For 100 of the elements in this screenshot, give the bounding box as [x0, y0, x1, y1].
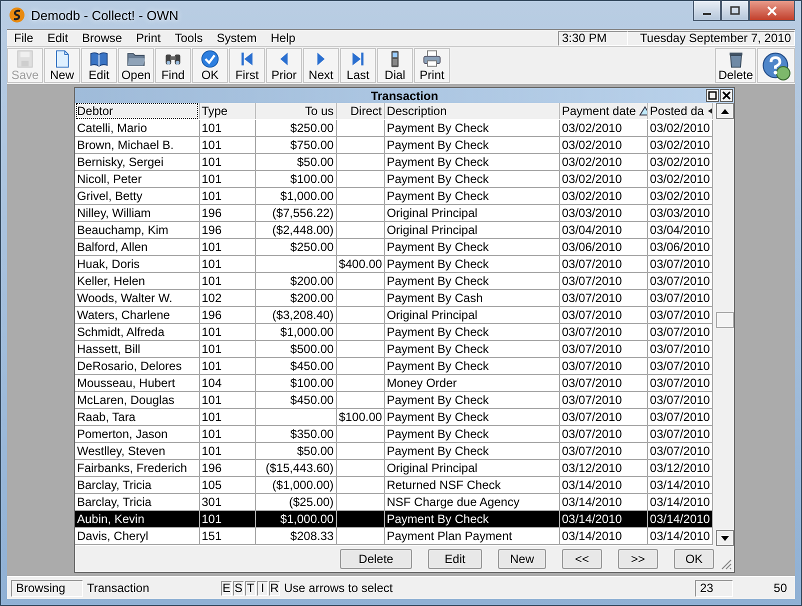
column-header[interactable]: To us: [255, 103, 336, 120]
menu-item[interactable]: Edit: [40, 31, 76, 45]
table-cell: DeRosario, Delores: [77, 358, 182, 372]
table-row[interactable]: Grivel, Betty 101 $1,000.00 Payment By Check 03/02/2010 03/02/2010: [75, 188, 712, 204]
table-cell: ($2,448.00): [272, 222, 334, 236]
dialog-button[interactable]: Delete: [340, 549, 412, 569]
minimize-button[interactable]: [693, 1, 721, 21]
column-header[interactable]: Type: [199, 103, 256, 120]
scroll-thumb[interactable]: [716, 312, 734, 328]
table-row[interactable]: Beauchamp, Kim 196 ($2,448.00) Original Principal 03/04/2010 03/04/2010: [75, 222, 712, 238]
table-cell: 102: [202, 290, 222, 304]
menu-item[interactable]: File: [7, 31, 40, 45]
table-cell: ($7,556.22): [272, 206, 334, 220]
table-cell: 101: [202, 410, 222, 424]
column-header[interactable]: Description: [384, 103, 560, 120]
edit-button[interactable]: Edit: [81, 48, 117, 83]
table-row[interactable]: Bernisky, Sergei 101 $50.00 Payment By Check 03/02/2010 03/02/2010: [75, 154, 712, 170]
table-cell: 03/07/2010: [562, 256, 622, 270]
table-row[interactable]: Davis, Cheryl 151 $208.33 Payment Plan Payment 03/14/2010 03/14/2010: [75, 528, 712, 544]
table-cell: $1,000.00: [280, 512, 334, 526]
maximize-button[interactable]: [721, 1, 749, 21]
table-cell: 101: [202, 358, 222, 372]
table-row[interactable]: Mousseau, Hubert 104 $100.00 Money Order 03/07/2010 03/07/2010: [75, 374, 712, 392]
last-button[interactable]: Last: [340, 48, 376, 83]
table-cell: $100.00: [290, 376, 334, 390]
help-button[interactable]: [757, 48, 795, 83]
table-cell: 105: [202, 478, 222, 492]
table-row[interactable]: Catelli, Mario 101 $250.00 Payment By Check 03/02/2010 03/02/2010: [75, 120, 712, 136]
dialog-button[interactable]: Edit: [428, 549, 482, 569]
table-cell: $1,000.00: [280, 188, 334, 202]
table-cell: Payment By Check: [386, 324, 489, 338]
table-cell: Raab, Tara: [77, 410, 136, 424]
column-header[interactable]: Posted da: [647, 103, 712, 120]
table-cell: Barclay, Tricia: [77, 494, 152, 508]
dialog-button[interactable]: >>: [618, 549, 658, 569]
table-row[interactable]: Fairbanks, Frederich 196 ($15,443.60) Original Principal 03/12/2010 03/12/2010: [75, 460, 712, 476]
table-row[interactable]: Pomerton, Jason 101 $350.00 Payment By Check 03/07/2010 03/07/2010: [75, 426, 712, 442]
table-row[interactable]: DeRosario, Delores 101 $450.00 Payment By Check 03/07/2010 03/07/2010: [75, 358, 712, 374]
table-cell: $250.00: [290, 240, 334, 254]
dial-button[interactable]: Dial: [377, 48, 413, 83]
table-row[interactable]: Westlley, Steven 101 $50.00 Payment By Check 03/07/2010 03/07/2010: [75, 442, 712, 460]
table-cell: Catelli, Mario: [77, 120, 148, 134]
table-cell: 03/12/2010: [650, 460, 710, 474]
status-flag: E: [221, 580, 232, 596]
table-cell: NSF Charge due Agency: [386, 494, 520, 508]
maximize-button[interactable]: [706, 89, 719, 102]
resize-grip-icon[interactable]: [720, 558, 732, 570]
table-row[interactable]: Aubin, Kevin 101 $1,000.00 Payment By Check 03/14/2010 03/14/2010: [75, 510, 712, 528]
table-cell: Waters, Charlene: [77, 308, 170, 322]
table-row[interactable]: Hassett, Bill 101 $500.00 Payment By Check 03/07/2010 03/07/2010: [75, 340, 712, 358]
table-cell: ($25.00): [288, 494, 334, 508]
table-row[interactable]: Schmidt, Alfreda 101 $1,000.00 Payment By Check 03/07/2010 03/07/2010: [75, 324, 712, 340]
table-cell: $208.33: [290, 528, 334, 542]
table-row[interactable]: Nilley, William 196 ($7,556.22) Original Principal 03/03/2010 03/03/2010: [75, 204, 712, 222]
next-button[interactable]: Next: [303, 48, 339, 83]
status-flag: I: [257, 580, 268, 596]
menu-item[interactable]: System: [210, 31, 264, 45]
table-row[interactable]: Brown, Michael B. 101 $750.00 Payment By Check 03/02/2010 03/02/2010: [75, 136, 712, 154]
dialog-button[interactable]: OK: [674, 549, 714, 569]
table-cell: 03/07/2010: [650, 444, 710, 458]
prior-button[interactable]: Prior: [266, 48, 302, 83]
column-header[interactable]: Payment date: [559, 103, 648, 120]
scrollbar[interactable]: [716, 103, 734, 546]
table-row[interactable]: Huak, Doris 101 $400.00 Payment By Check 03/07/2010 03/07/2010: [75, 256, 712, 272]
print-button[interactable]: Print: [414, 48, 450, 83]
dialog-button[interactable]: <<: [562, 549, 602, 569]
table-cell: Huak, Doris: [77, 256, 140, 270]
menu-item[interactable]: Tools: [168, 31, 210, 45]
table-row[interactable]: Waters, Charlene 196 ($3,208.40) Original Principal 03/07/2010 03/07/2010: [75, 306, 712, 324]
scroll-down-button[interactable]: [716, 530, 734, 546]
table-row[interactable]: Balford, Allen 101 $250.00 Payment By Check 03/06/2010 03/06/2010: [75, 238, 712, 256]
table-cell: $250.00: [290, 120, 334, 134]
first-button[interactable]: First: [229, 48, 265, 83]
delete-button[interactable]: Delete: [715, 48, 756, 83]
table-row[interactable]: Raab, Tara 101 $100.00 Payment By Check 03/07/2010 03/07/2010: [75, 408, 712, 426]
column-header[interactable]: Debtor: [75, 103, 200, 120]
table-cell: Nilley, William: [77, 206, 151, 220]
table-row[interactable]: McLaren, Douglas 101 $450.00 Payment By Check 03/07/2010 03/07/2010: [75, 392, 712, 408]
table-cell: 03/03/2010: [562, 206, 622, 220]
table-row[interactable]: Keller, Helen 101 $200.00 Payment By Check 03/07/2010 03/07/2010: [75, 272, 712, 290]
open-button[interactable]: Open: [118, 48, 154, 83]
column-header[interactable]: Direct: [336, 103, 384, 120]
find-button[interactable]: Find: [155, 48, 191, 83]
table-cell: 03/04/2010: [650, 222, 710, 236]
menu-item[interactable]: Print: [129, 31, 168, 45]
table-row[interactable]: Woods, Walter W. 102 $200.00 Payment By Cash 03/07/2010 03/07/2010: [75, 290, 712, 306]
close-button[interactable]: [720, 89, 733, 102]
close-button[interactable]: [749, 1, 795, 21]
ok-button[interactable]: OK: [192, 48, 228, 83]
table-row[interactable]: Nicoll, Peter 101 $100.00 Payment By Check 03/02/2010 03/02/2010: [75, 170, 712, 188]
scroll-up-button[interactable]: [716, 103, 734, 119]
new-button[interactable]: New: [44, 48, 80, 83]
menu-item[interactable]: Help: [264, 31, 302, 45]
table-cell: 03/07/2010: [562, 342, 622, 356]
table-cell: Payment By Check: [386, 444, 489, 458]
table-cell: Aubin, Kevin: [77, 512, 144, 526]
table-cell: $450.00: [290, 358, 334, 372]
menu-item[interactable]: Browse: [75, 31, 130, 45]
table-row[interactable]: Barclay, Tricia 105 ($1,000.00) Returned NSF Check 03/14/2010 03/14/2010: [75, 476, 712, 494]
dialog-button[interactable]: New: [498, 549, 546, 569]
